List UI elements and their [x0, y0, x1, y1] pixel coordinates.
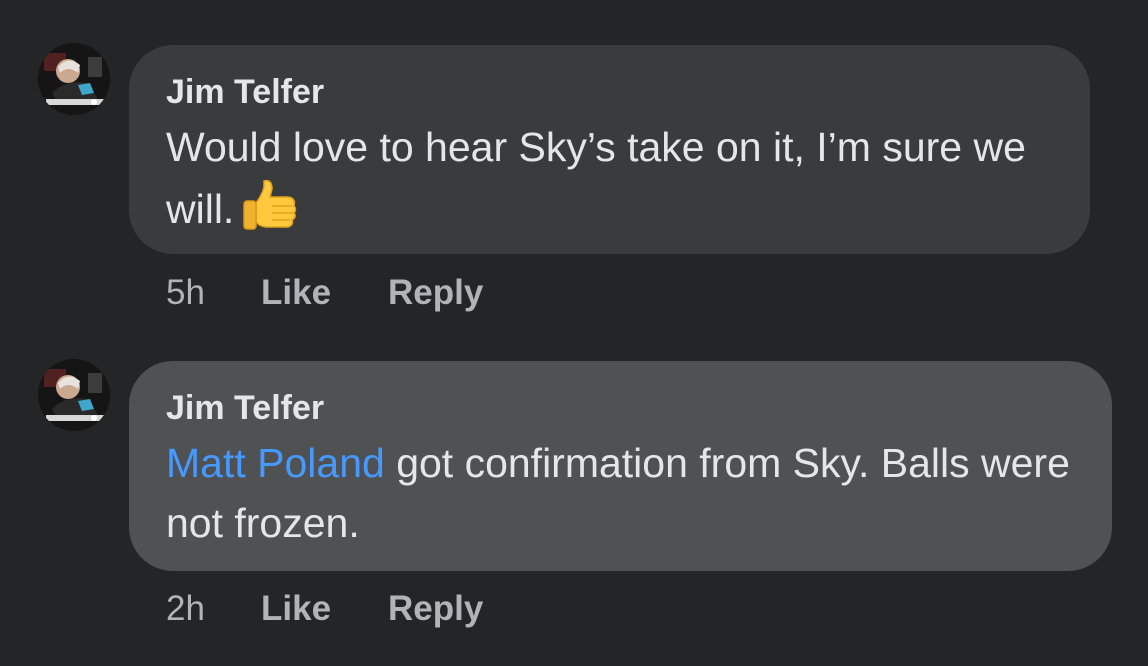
comment-text: Would love to hear Sky’s take on it, I’m… — [166, 117, 1054, 249]
mention-link[interactable]: Matt Poland — [166, 440, 385, 486]
comment-actions: 5h Like Reply — [166, 273, 483, 313]
avatar-photo-icon — [38, 359, 110, 431]
avatar[interactable] — [38, 359, 110, 431]
comment-bubble: Jim Telfer Matt Poland got confirmation … — [129, 361, 1112, 571]
reply-button[interactable]: Reply — [388, 589, 483, 629]
comment-author[interactable]: Jim Telfer — [166, 73, 1054, 111]
like-button[interactable]: Like — [261, 589, 388, 629]
comment-timestamp[interactable]: 5h — [166, 273, 261, 313]
comment-timestamp[interactable]: 2h — [166, 589, 261, 629]
avatar-photo-icon — [38, 43, 110, 115]
reply-button[interactable]: Reply — [388, 273, 483, 313]
avatar[interactable] — [38, 43, 110, 115]
comment-actions: 2h Like Reply — [166, 589, 483, 629]
like-button[interactable]: Like — [261, 273, 388, 313]
thumbs-up-icon — [242, 177, 298, 249]
comment-text: Matt Poland got confirmation from Sky. B… — [166, 433, 1076, 553]
comment-author[interactable]: Jim Telfer — [166, 389, 1076, 427]
comment-bubble: Jim Telfer Would love to hear Sky’s take… — [129, 45, 1090, 254]
